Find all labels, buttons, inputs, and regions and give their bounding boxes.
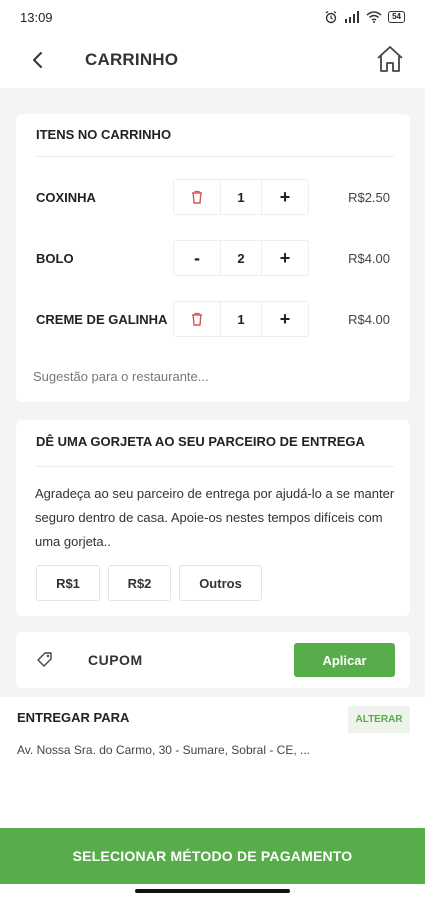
trash-icon	[192, 190, 202, 204]
item-price: R$4.00	[348, 312, 390, 327]
quantity-value: 1	[220, 180, 262, 214]
item-name: CREME DE GALINHA	[36, 312, 168, 327]
trash-icon	[192, 312, 202, 326]
select-payment-method-button[interactable]: SELECIONAR MÉTODO DE PAGAMENTO	[0, 828, 425, 884]
coupon-label: CUPOM	[88, 652, 143, 668]
status-time: 13:09	[20, 9, 53, 25]
wifi-icon	[366, 11, 382, 23]
delivery-address: Av. Nossa Sra. do Carmo, 30 - Sumare, So…	[17, 743, 310, 757]
tip-other-button[interactable]: Outros	[179, 565, 262, 601]
tip-option-button[interactable]: R$1	[36, 565, 100, 601]
divider	[36, 466, 394, 467]
home-icon	[377, 46, 403, 72]
app-bar: CARRINHO	[0, 34, 425, 88]
status-bar: 13:09 54	[0, 0, 425, 34]
cart-item: COXINHA 1 + R$2.50	[16, 179, 410, 215]
tip-card: DÊ UMA GORJETA AO SEU PARCEIRO DE ENTREG…	[16, 420, 410, 616]
back-button[interactable]	[26, 48, 50, 72]
remove-item-button[interactable]	[174, 180, 220, 214]
quantity-stepper: 1 +	[173, 301, 309, 337]
cart-item: BOLO - 2 + R$4.00	[16, 240, 410, 276]
item-name: COXINHA	[36, 190, 96, 205]
tip-title: DÊ UMA GORJETA AO SEU PARCEIRO DE ENTREG…	[36, 434, 365, 449]
quantity-value: 1	[220, 302, 262, 336]
alarm-icon	[325, 10, 337, 24]
change-address-button[interactable]: ALTERAR	[348, 706, 410, 733]
tip-description: Agradeça ao seu parceiro de entrega por …	[35, 486, 395, 549]
divider	[36, 156, 394, 157]
quantity-stepper: 1 +	[173, 179, 309, 215]
signal-icon	[345, 11, 360, 23]
system-nav-bar	[0, 884, 425, 900]
item-name: BOLO	[36, 251, 74, 266]
increase-button[interactable]: +	[262, 180, 308, 214]
delivery-section: ENTREGAR PARA ALTERAR Av. Nossa Sra. do …	[0, 697, 425, 828]
decrease-button[interactable]: -	[174, 241, 220, 275]
restaurant-suggestion-input[interactable]	[33, 369, 393, 384]
status-icons: 54	[324, 10, 405, 24]
increase-button[interactable]: +	[262, 241, 308, 275]
page-title: CARRINHO	[85, 50, 179, 69]
tag-icon	[37, 652, 52, 667]
increase-button[interactable]: +	[262, 302, 308, 336]
cart-card: ITENS NO CARRINHO COXINHA 1 + R$2.50 BOL…	[16, 114, 410, 402]
item-price: R$4.00	[348, 251, 390, 266]
home-button[interactable]	[375, 44, 405, 74]
apply-coupon-button[interactable]: Aplicar	[294, 643, 395, 677]
item-price: R$2.50	[348, 190, 390, 205]
tip-option-button[interactable]: R$2	[108, 565, 171, 601]
chevron-left-icon	[33, 52, 42, 68]
quantity-value: 2	[220, 241, 262, 275]
coupon-card: CUPOM Aplicar	[16, 632, 410, 688]
remove-item-button[interactable]	[174, 302, 220, 336]
battery-icon: 54	[388, 11, 405, 23]
home-indicator[interactable]	[135, 889, 290, 893]
cart-title: ITENS NO CARRINHO	[36, 127, 172, 142]
delivery-title: ENTREGAR PARA	[17, 710, 130, 725]
cart-item: CREME DE GALINHA 1 + R$4.00	[16, 301, 410, 337]
quantity-stepper: - 2 +	[173, 240, 309, 276]
